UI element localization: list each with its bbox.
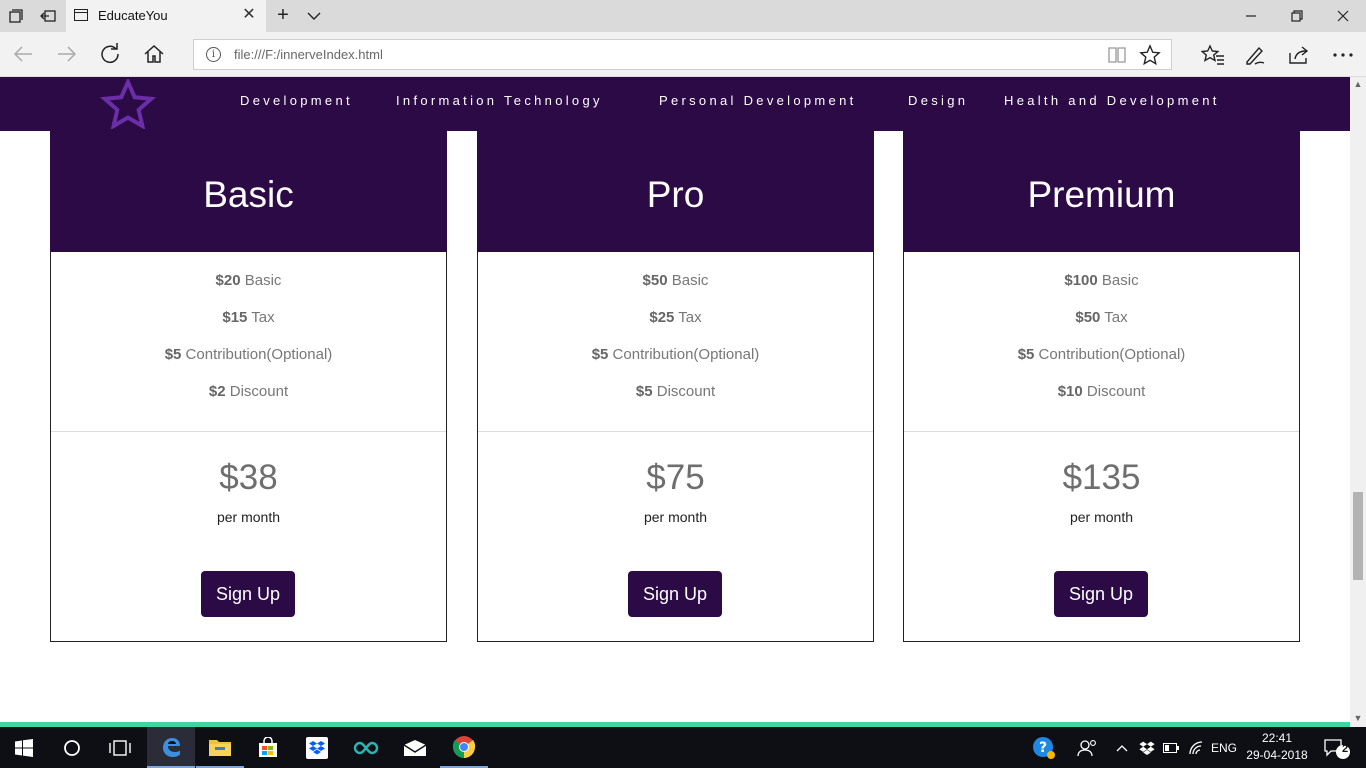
dropbox-icon[interactable] bbox=[293, 727, 341, 768]
plan-name: Basic bbox=[203, 174, 294, 215]
minimize-icon[interactable] bbox=[1228, 0, 1274, 32]
browser-tab-strip: EducateYou ✕ + bbox=[0, 0, 1366, 32]
feature-line: $5 Contribution(Optional) bbox=[591, 346, 760, 363]
store-icon[interactable] bbox=[244, 727, 292, 768]
action-center-icon[interactable]: 2 bbox=[1318, 727, 1356, 768]
clock-date: 29-04-2018 bbox=[1246, 748, 1308, 762]
address-bar[interactable]: i file:///F:/innerveIndex.html bbox=[193, 39, 1172, 70]
star-logo-icon[interactable] bbox=[100, 77, 156, 131]
feature-line: $5 Contribution(Optional) bbox=[1017, 346, 1186, 363]
card-header: Basic bbox=[50, 117, 447, 252]
info-icon[interactable]: i bbox=[206, 47, 221, 62]
chevron-up-icon[interactable] bbox=[1112, 727, 1132, 768]
arduino-icon[interactable] bbox=[342, 727, 390, 768]
reading-view-icon[interactable] bbox=[1107, 46, 1127, 64]
home-icon[interactable] bbox=[139, 40, 169, 68]
language-indicator[interactable]: ENG bbox=[1208, 727, 1240, 768]
battery-icon[interactable] bbox=[1160, 727, 1182, 768]
favorite-star-icon[interactable] bbox=[1139, 44, 1161, 66]
price-period: per month bbox=[643, 509, 708, 525]
forward-arrow-icon[interactable] bbox=[52, 40, 82, 68]
page-viewport: Development Information Technology Perso… bbox=[0, 77, 1366, 727]
card-header: Pro bbox=[477, 117, 874, 252]
sign-up-button[interactable]: Sign Up bbox=[201, 571, 295, 617]
favorites-hub-icon[interactable] bbox=[1200, 42, 1226, 68]
feature-line: $5 Contribution(Optional) bbox=[164, 346, 333, 363]
chrome-icon[interactable] bbox=[440, 727, 488, 768]
dropbox-tray-icon[interactable] bbox=[1136, 727, 1158, 768]
sign-up-button[interactable]: Sign Up bbox=[1054, 571, 1148, 617]
feature-line: $2 Discount bbox=[208, 383, 289, 400]
plan-price: $135 bbox=[1062, 458, 1141, 497]
pen-notes-icon[interactable] bbox=[1242, 42, 1268, 68]
feature-line: $25 Tax bbox=[649, 309, 702, 326]
set-tabs-aside-icon[interactable] bbox=[38, 6, 58, 26]
clock[interactable]: 22:41 29-04-2018 bbox=[1242, 730, 1312, 764]
start-icon[interactable] bbox=[0, 727, 48, 768]
mail-icon[interactable] bbox=[391, 727, 439, 768]
vertical-scrollbar[interactable]: ▲ ▼ bbox=[1350, 77, 1366, 727]
close-window-icon[interactable] bbox=[1320, 0, 1366, 32]
feature-line: $5 Discount bbox=[635, 383, 716, 400]
nav-link-design[interactable]: Design bbox=[908, 93, 968, 108]
refresh-icon[interactable] bbox=[95, 40, 125, 68]
feature-line: $15 Tax bbox=[222, 309, 275, 326]
back-arrow-icon[interactable] bbox=[8, 40, 38, 68]
plan-name: Premium bbox=[1027, 174, 1176, 215]
card-divider bbox=[904, 431, 1299, 432]
card-header: Premium bbox=[903, 117, 1300, 252]
pricing-card-premium: Premium $100 Basic $50 Tax $5 Contributi… bbox=[903, 117, 1300, 642]
nav-link-development[interactable]: Development bbox=[240, 93, 353, 108]
address-toolbar: i file:///F:/innerveIndex.html bbox=[0, 32, 1366, 77]
card-divider bbox=[478, 431, 873, 432]
page-icon bbox=[74, 9, 88, 21]
nav-link-personal-development[interactable]: Personal Development bbox=[659, 93, 857, 108]
tab-title: EducateYou bbox=[98, 8, 168, 23]
clock-time: 22:41 bbox=[1261, 731, 1293, 745]
nav-link-health-and-development[interactable]: Health and Development bbox=[1004, 93, 1220, 108]
url-text[interactable]: file:///F:/innerveIndex.html bbox=[234, 47, 383, 62]
scroll-down-icon[interactable]: ▼ bbox=[1350, 713, 1366, 727]
sign-up-button[interactable]: Sign Up bbox=[628, 571, 722, 617]
windows-taskbar: ? ENG 22:41 29-04-2018 2 bbox=[0, 727, 1366, 768]
cortana-icon[interactable] bbox=[48, 727, 96, 768]
scroll-up-icon[interactable]: ▲ bbox=[1350, 79, 1366, 93]
people-icon[interactable] bbox=[1074, 727, 1100, 768]
price-period: per month bbox=[216, 509, 281, 525]
feature-line: $50 Tax bbox=[1075, 309, 1128, 326]
share-icon[interactable] bbox=[1286, 42, 1312, 68]
wifi-icon[interactable] bbox=[1185, 727, 1207, 768]
tab-manager-icon[interactable] bbox=[6, 6, 26, 26]
feature-line: $20 Basic bbox=[215, 272, 282, 289]
file-explorer-icon[interactable] bbox=[196, 727, 244, 768]
feature-line: $50 Basic bbox=[642, 272, 709, 289]
site-navbar: Development Information Technology Perso… bbox=[0, 77, 1350, 131]
plan-price: $75 bbox=[646, 458, 705, 497]
scroll-thumb[interactable] bbox=[1353, 492, 1363, 580]
help-icon[interactable]: ? bbox=[1030, 727, 1058, 768]
more-options-icon[interactable] bbox=[1330, 42, 1356, 68]
new-tab-icon[interactable]: + bbox=[272, 5, 294, 27]
restore-icon[interactable] bbox=[1274, 0, 1320, 32]
pricing-card-basic: Basic $20 Basic $15 Tax $5 Contribution(… bbox=[50, 117, 447, 642]
card-divider bbox=[51, 431, 446, 432]
edge-icon[interactable] bbox=[147, 727, 195, 768]
chevron-down-icon[interactable] bbox=[304, 6, 324, 26]
svg-text:?: ? bbox=[1039, 740, 1047, 756]
price-period: per month bbox=[1069, 509, 1134, 525]
feature-line: $100 Basic bbox=[1064, 272, 1139, 289]
feature-line: $10 Discount bbox=[1057, 383, 1146, 400]
pricing-card-pro: Pro $50 Basic $25 Tax $5 Contribution(Op… bbox=[477, 117, 874, 642]
notification-count: 2 bbox=[1341, 743, 1349, 755]
plan-price: $38 bbox=[219, 458, 278, 497]
close-tab-icon[interactable]: ✕ bbox=[240, 6, 258, 24]
browser-tab-active[interactable]: EducateYou ✕ bbox=[66, 0, 266, 32]
nav-link-information-technology[interactable]: Information Technology bbox=[396, 93, 603, 108]
task-view-icon[interactable] bbox=[96, 727, 144, 768]
plan-name: Pro bbox=[646, 174, 705, 215]
